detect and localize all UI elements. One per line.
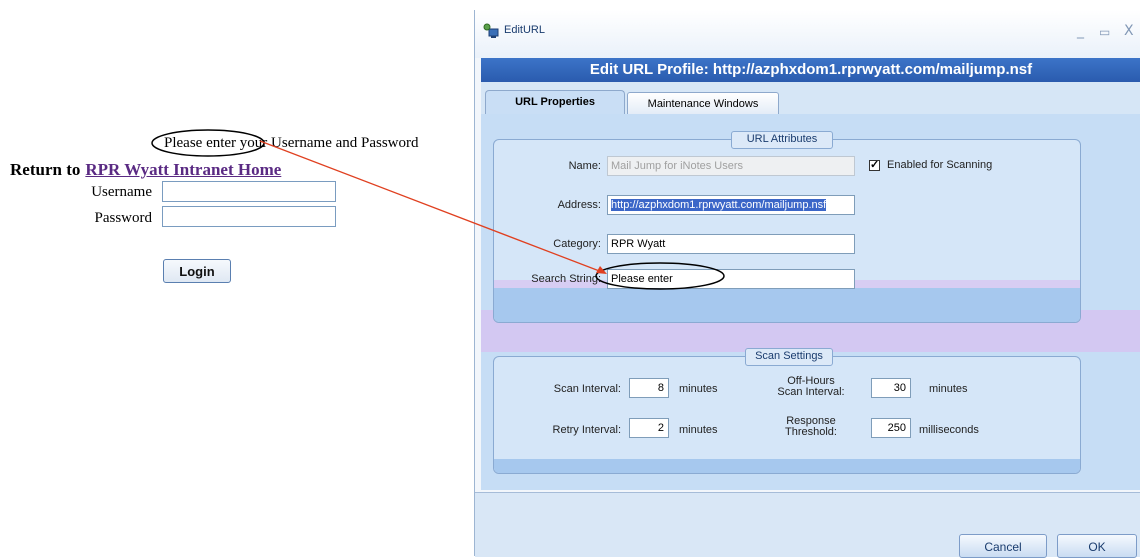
address-field[interactable]: http://azphxdom1.rprwyatt.com/mailjump.n…: [607, 195, 855, 215]
return-prefix: Return to: [10, 160, 81, 179]
response-threshold-input[interactable]: 250: [871, 418, 911, 438]
scan-interval-label: Scan Interval:: [553, 383, 621, 395]
response-threshold-label: Response Threshold:: [761, 416, 861, 438]
profile-header: Edit URL Profile: http://azphxdom1.rprwy…: [481, 58, 1140, 82]
category-label: Category:: [553, 238, 601, 250]
tab-url-properties[interactable]: URL Properties: [485, 90, 625, 114]
search-string-label: Search String:: [531, 273, 601, 285]
login-button[interactable]: Login: [163, 259, 231, 283]
minimize-icon[interactable]: _: [1077, 23, 1084, 39]
title-bar: EditURL _ ▭ X: [475, 10, 1140, 58]
scan-interval-unit: minutes: [679, 383, 718, 395]
tab-panel: URL Attributes Name: Mail Jump for iNote…: [481, 114, 1140, 490]
category-field[interactable]: RPR Wyatt: [607, 234, 855, 254]
offhours-unit: minutes: [929, 383, 968, 395]
group-footer: [494, 288, 1080, 322]
web-login-page: Please enter your Username and Password …: [0, 0, 480, 556]
search-string-field[interactable]: Please enter: [607, 269, 855, 289]
username-label: Username: [91, 184, 152, 200]
offhours-interval-input[interactable]: 30: [871, 378, 911, 398]
username-input[interactable]: [162, 181, 336, 202]
close-icon[interactable]: X: [1124, 23, 1134, 39]
enabled-checkbox[interactable]: ✓: [869, 160, 880, 171]
retry-interval-unit: minutes: [679, 424, 718, 436]
app-icon: [483, 23, 499, 38]
cancel-button[interactable]: Cancel: [959, 534, 1047, 558]
return-line: Return to RPR Wyatt Intranet Home: [10, 160, 281, 180]
password-input[interactable]: [162, 206, 336, 227]
offhours-label-line2: Scan Interval:: [777, 386, 845, 398]
name-label: Name:: [568, 160, 601, 172]
scan-interval-input[interactable]: 8: [629, 378, 669, 398]
ok-button[interactable]: OK: [1057, 534, 1137, 558]
offhours-label: Off-Hours Scan Interval:: [761, 376, 861, 398]
password-label: Password: [94, 210, 152, 226]
scan-settings-legend: Scan Settings: [745, 348, 833, 366]
address-value: http://azphxdom1.rprwyatt.com/mailjump.n…: [611, 199, 827, 211]
enabled-label: Enabled for Scanning: [887, 159, 993, 171]
intranet-home-link[interactable]: RPR Wyatt Intranet Home: [85, 160, 281, 179]
retry-interval-label: Retry Interval:: [552, 424, 621, 436]
login-prompt: Please enter your Username and Password: [164, 135, 419, 151]
tab-maintenance-windows[interactable]: Maintenance Windows: [627, 92, 779, 114]
name-field[interactable]: Mail Jump for iNotes Users: [607, 156, 855, 176]
maximize-icon[interactable]: ▭: [1099, 25, 1110, 39]
tab-strip: URL Properties Maintenance Windows: [481, 82, 1140, 114]
url-attributes-legend: URL Attributes: [731, 131, 833, 149]
window-title: EditURL: [504, 24, 545, 36]
group-footer: [494, 459, 1080, 473]
retry-interval-input[interactable]: 2: [629, 418, 669, 438]
edit-url-dialog: EditURL _ ▭ X Edit URL Profile: http://a…: [474, 10, 1140, 558]
response-label-line2: Threshold:: [785, 426, 837, 438]
address-label: Address:: [557, 199, 601, 211]
response-threshold-unit: milliseconds: [919, 424, 979, 436]
